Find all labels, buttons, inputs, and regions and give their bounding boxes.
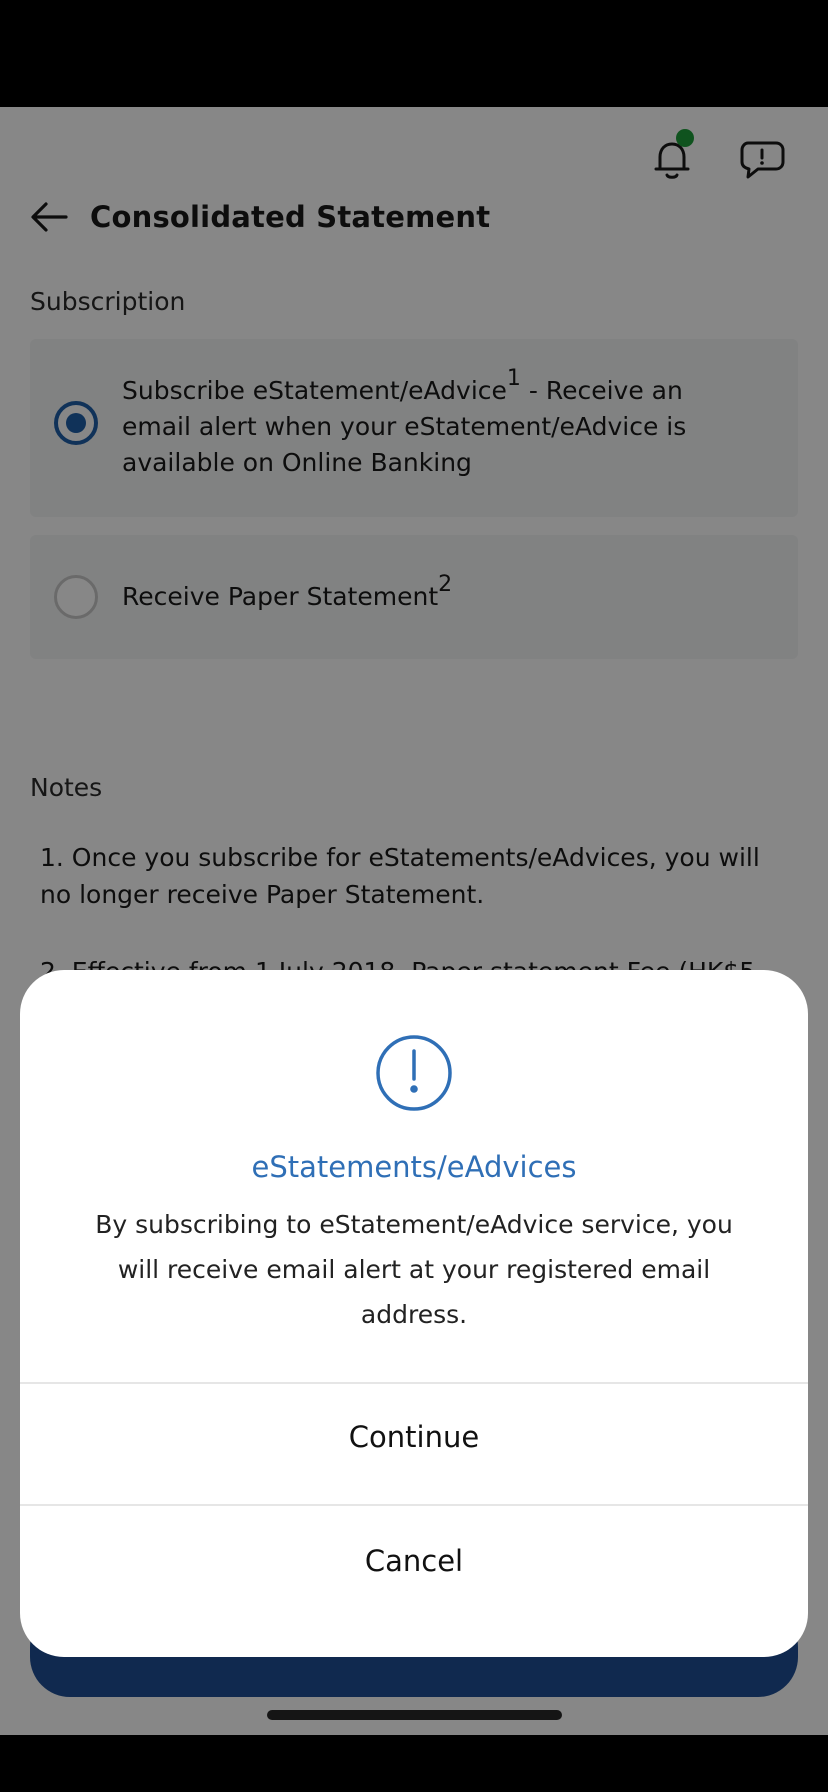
home-indicator[interactable] [267, 1710, 562, 1720]
dialog-title: eStatements/eAdvices [251, 1150, 577, 1184]
cancel-button[interactable]: Cancel [20, 1508, 808, 1614]
dialog-divider-bottom [20, 1504, 808, 1506]
confirmation-dialog: eStatements/eAdvices By subscribing to e… [20, 970, 808, 1657]
exclamation-circle-icon [376, 1035, 452, 1111]
screen: Consolidated Statement Subscription Subs… [0, 107, 828, 1735]
continue-button[interactable]: Continue [20, 1384, 808, 1490]
dialog-message: By subscribing to eStatement/eAdvice ser… [95, 1210, 733, 1329]
